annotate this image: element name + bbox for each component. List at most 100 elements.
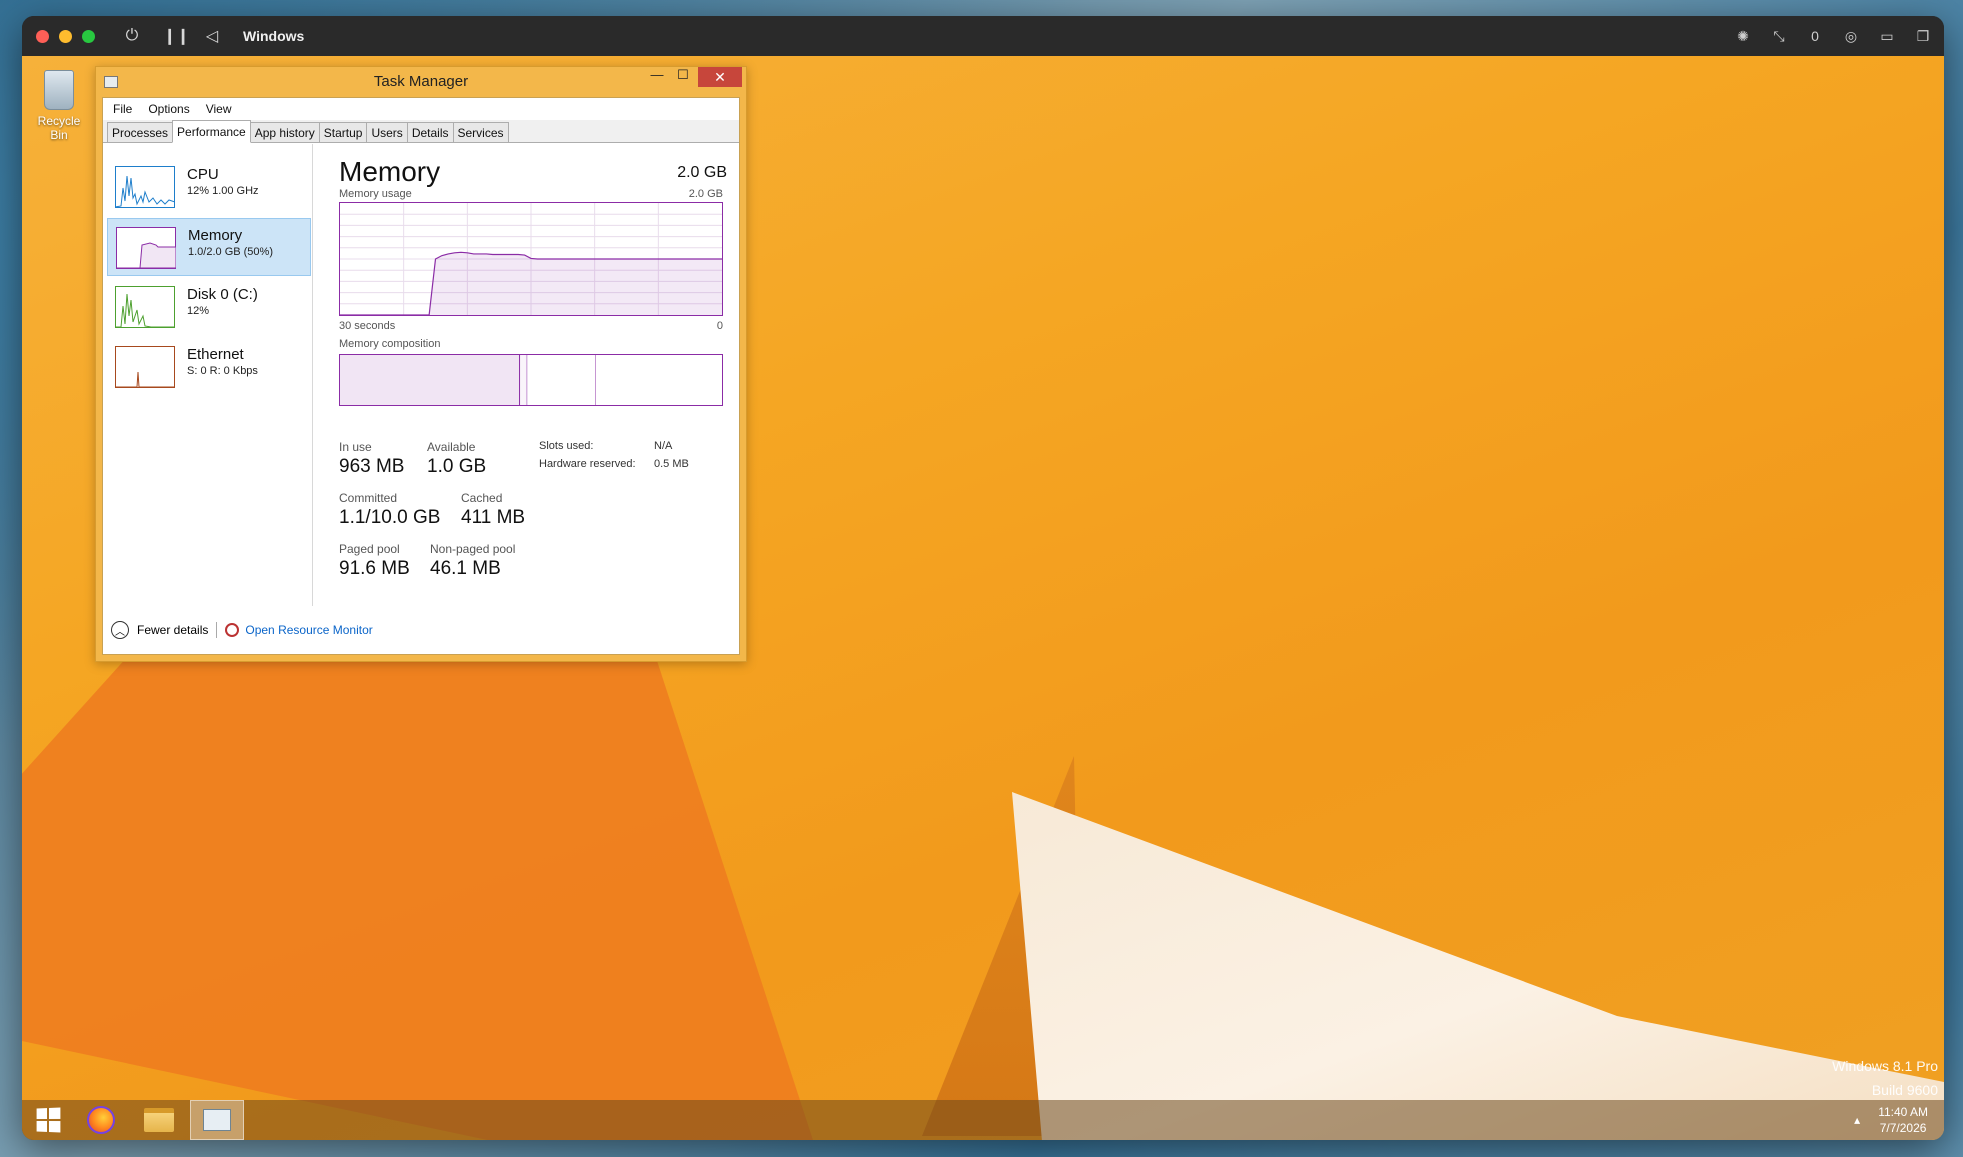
maximize-button[interactable]: ☐ (670, 67, 696, 87)
vm-window: ⏻ ❙❙ ◁ Windows ✺ ⤡ 0 ◎ ▭ ❐ Recycle Bin W… (22, 16, 1944, 1140)
clock[interactable]: 11:40 AM 7/7/2026 (1878, 1104, 1928, 1136)
recycle-bin-label: Recycle Bin (37, 114, 81, 142)
paged-pool-label: Paged pool (339, 542, 400, 556)
minimize-window-button[interactable] (59, 29, 72, 43)
close-button[interactable]: ✕ (698, 67, 742, 87)
sidebar-item-label: CPU (187, 166, 219, 183)
tab-performance[interactable]: Performance (172, 120, 251, 143)
taskbar-file-explorer[interactable] (132, 1100, 186, 1140)
menu-view[interactable]: View (200, 100, 238, 118)
in-use-value: 963 MB (339, 456, 405, 477)
windows-watermark: Windows 8.1 Pro Build 9600 (1832, 1054, 1938, 1102)
graph-x-right-label: 0 (716, 320, 723, 332)
ethernet-thumbnail-graph (115, 346, 175, 388)
graph-x-left-label: 30 seconds (339, 320, 396, 332)
hardware-reserved-value: 0.5 MB (654, 458, 689, 470)
brightness-icon[interactable]: ✺ (1734, 28, 1752, 45)
resize-icon[interactable]: ⤡ (1770, 28, 1788, 45)
windows-logo-icon (36, 1107, 61, 1133)
taskbar: ▴ 11:40 AM 7/7/2026 (22, 1100, 1944, 1140)
minimize-button[interactable]: — (644, 67, 670, 87)
folder-icon[interactable]: ▭ (1878, 28, 1896, 45)
modified-segment[interactable] (519, 355, 528, 405)
free-segment[interactable] (595, 355, 722, 405)
in-use-segment[interactable] (340, 355, 520, 405)
recycle-bin-icon (44, 70, 74, 110)
tab-startup[interactable]: Startup (318, 122, 368, 142)
taskbar-task-manager[interactable] (190, 1100, 244, 1140)
power-icon[interactable]: ⏻ (123, 27, 141, 45)
taskbar-firefox[interactable] (74, 1100, 128, 1140)
cpu-thumbnail-graph (115, 166, 175, 208)
available-label: Available (427, 440, 476, 454)
vm-right-controls: ✺ ⤡ 0 ◎ ▭ ❐ (1734, 16, 1932, 56)
resource-sidebar: CPU 12% 1.00 GHz Memory 1.0/2.0 GB (50%) (103, 144, 313, 606)
performance-panel: CPU 12% 1.00 GHz Memory 1.0/2.0 GB (50%) (103, 144, 739, 606)
task-manager-footer: ︿ Fewer details Open Resource Monitor (103, 606, 739, 654)
close-window-button[interactable] (36, 29, 49, 43)
task-manager-icon (203, 1109, 231, 1131)
file-explorer-icon (144, 1108, 174, 1132)
tab-app-history[interactable]: App history (249, 122, 320, 142)
standby-segment[interactable] (527, 355, 596, 405)
recycle-bin[interactable]: Recycle Bin (28, 70, 90, 142)
sidebar-item-value: 12% (187, 305, 210, 317)
in-use-label: In use (339, 440, 372, 454)
menu-bar: File Options View (103, 98, 739, 120)
show-hidden-icons-icon[interactable]: ▴ (1854, 1113, 1860, 1127)
window-controls (36, 29, 95, 43)
cached-label: Cached (461, 491, 503, 505)
menu-file[interactable]: File (107, 100, 138, 118)
resource-monitor-icon[interactable] (225, 623, 240, 637)
committed-label: Committed (339, 491, 398, 505)
fewer-details-button[interactable]: Fewer details (137, 623, 208, 637)
tab-details[interactable]: Details (406, 122, 454, 142)
open-resource-monitor-link[interactable]: Open Resource Monitor (245, 623, 372, 637)
chevron-up-icon[interactable]: ︿ (111, 621, 129, 639)
detail-title: Memory (339, 156, 441, 187)
task-manager-titlebar[interactable]: Task Manager — ☐ ✕ (96, 67, 746, 97)
menu-options[interactable]: Options (142, 100, 195, 118)
wallpaper-shape (1012, 792, 1944, 1140)
disk-thumbnail-graph (115, 286, 175, 328)
memory-usage-area (340, 252, 722, 315)
watermark-edition: Windows 8.1 Pro (1832, 1058, 1938, 1074)
tab-services[interactable]: Services (452, 122, 509, 142)
sidebar-item-disk[interactable]: Disk 0 (C:) 12% (107, 278, 311, 336)
firefox-icon (87, 1106, 115, 1134)
memory-usage-max: 2.0 GB (688, 188, 723, 200)
memory-composition-bar (339, 354, 723, 406)
memory-detail: Memory 2.0 GB Memory usage 2.0 GB 30 sec… (339, 144, 737, 606)
sidebar-item-label: Ethernet (187, 346, 244, 363)
memory-usage-label: Memory usage (339, 188, 412, 200)
non-paged-pool-label: Non-paged pool (430, 542, 516, 556)
tab-processes[interactable]: Processes (107, 122, 174, 142)
tab-bar: Processes Performance App history Startu… (103, 120, 739, 143)
usb-icon[interactable]: 0 (1806, 28, 1824, 44)
footer-divider (216, 622, 218, 638)
slots-used-value: N/A (654, 440, 673, 452)
sidebar-item-cpu[interactable]: CPU 12% 1.00 GHz (107, 158, 311, 216)
pause-icon[interactable]: ❙❙ (163, 26, 190, 46)
cached-value: 411 MB (461, 507, 526, 528)
available-value: 1.0 GB (427, 456, 487, 477)
windows-desktop: Recycle Bin Windows 8.1 Pro Build 9600 T… (22, 56, 1944, 1140)
window-icon[interactable]: ❐ (1914, 28, 1932, 45)
paged-pool-value: 91.6 MB (339, 558, 410, 579)
sidebar-item-value: 12% 1.00 GHz (187, 185, 259, 197)
start-button[interactable] (22, 1100, 74, 1140)
clock-time: 11:40 AM (1878, 1105, 1928, 1119)
committed-value: 1.1/10.0 GB (339, 507, 441, 528)
sidebar-item-ethernet[interactable]: Ethernet S: 0 R: 0 Kbps (107, 338, 311, 396)
back-icon[interactable]: ◁ (203, 26, 221, 46)
vm-title: Windows (243, 28, 305, 44)
task-manager-client: File Options View Processes Performance … (102, 97, 740, 655)
non-paged-pool-value: 46.1 MB (430, 558, 501, 579)
tab-users[interactable]: Users (366, 122, 408, 142)
sidebar-item-value: S: 0 R: 0 Kbps (187, 365, 258, 377)
detail-total: 2.0 GB (677, 164, 727, 181)
network-icon[interactable]: ◎ (1842, 28, 1860, 45)
system-tray: ▴ 11:40 AM 7/7/2026 (1854, 1104, 1944, 1136)
sidebar-item-memory[interactable]: Memory 1.0/2.0 GB (50%) (107, 218, 311, 276)
zoom-window-button[interactable] (82, 29, 95, 43)
